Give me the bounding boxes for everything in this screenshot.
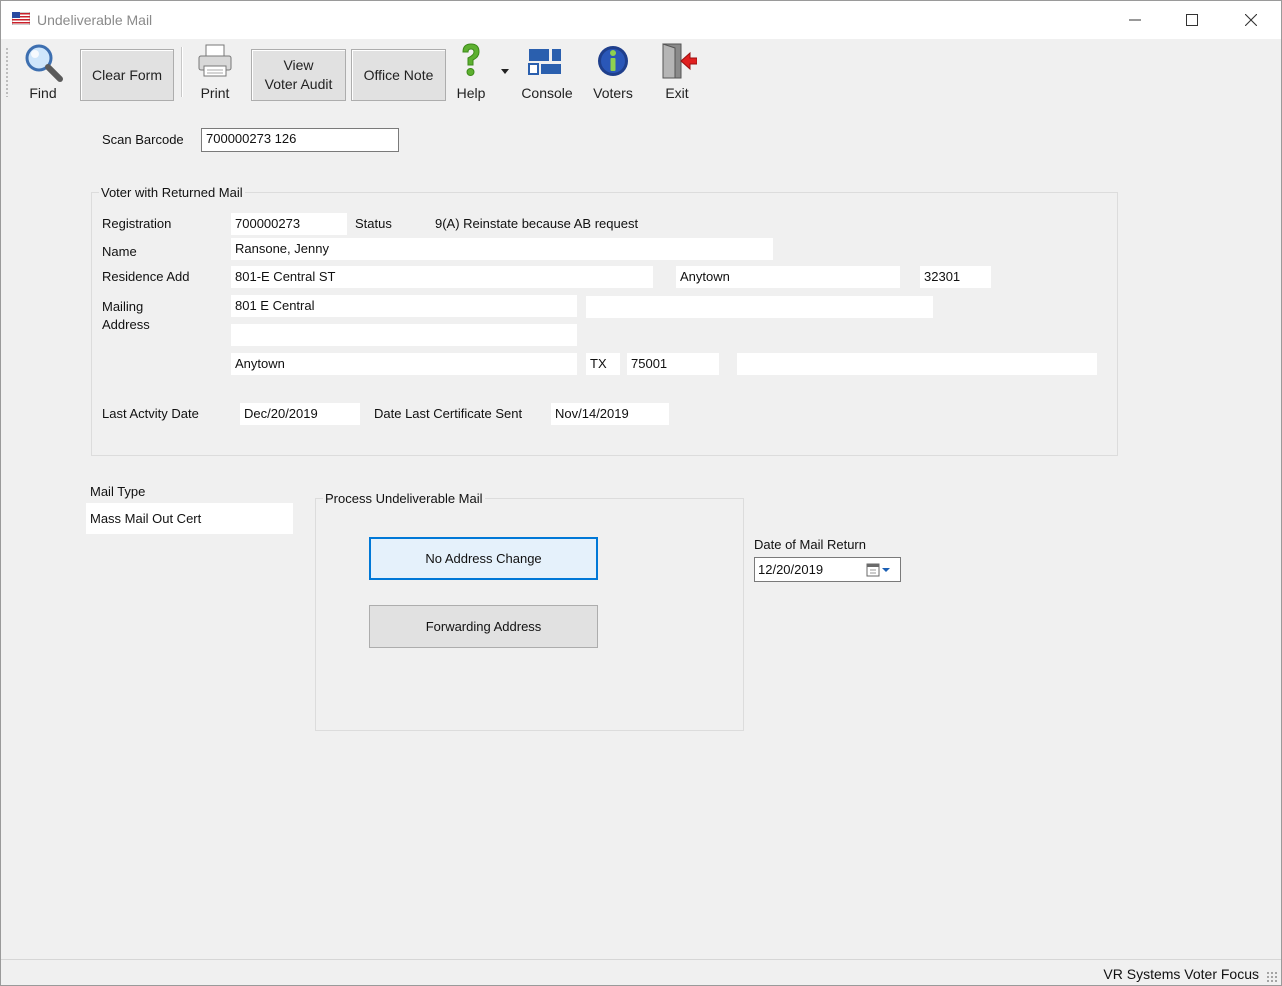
- last-activity-label: Last Actvity Date: [102, 406, 199, 421]
- toolbar: Find Clear Form Print View Voter Audit O…: [1, 39, 1281, 103]
- mailing-address-line1-extra-field[interactable]: [586, 296, 933, 318]
- maximize-button[interactable]: [1164, 1, 1222, 39]
- help-dropdown-arrow-icon[interactable]: [501, 69, 509, 75]
- registration-field[interactable]: 700000273: [231, 213, 347, 235]
- toolbar-separator: [181, 47, 183, 97]
- console-icon: [528, 49, 561, 75]
- mailing-zip-field[interactable]: 75001: [627, 353, 719, 375]
- scan-barcode-input[interactable]: 700000273 126: [201, 128, 399, 152]
- residence-label: Residence Add: [102, 269, 190, 284]
- clear-form-button[interactable]: Clear Form: [80, 49, 174, 101]
- name-label: Name: [102, 244, 137, 259]
- mail-type-label: Mail Type: [90, 484, 146, 499]
- mailing-address-line1-field[interactable]: 801 E Central: [231, 295, 577, 317]
- exit-button[interactable]: Exit: [653, 41, 701, 101]
- info-icon: [598, 46, 628, 76]
- resize-grip[interactable]: [1266, 971, 1278, 983]
- calendar-dropdown-icon[interactable]: [866, 562, 896, 578]
- office-note-button[interactable]: Office Note: [351, 49, 446, 101]
- status-value: 9(A) Reinstate because AB request: [435, 216, 639, 231]
- no-address-change-button[interactable]: No Address Change: [369, 537, 598, 580]
- title-bar: Undeliverable Mail: [1, 1, 1281, 39]
- scan-barcode-label: Scan Barcode: [102, 132, 184, 147]
- residence-city-field[interactable]: Anytown: [676, 266, 900, 288]
- minimize-icon: [1129, 19, 1141, 21]
- main-window: Undeliverable Mail Find Clear Form Print…: [0, 0, 1282, 986]
- status-bar-text: VR Systems Voter Focus: [1103, 966, 1259, 982]
- console-button[interactable]: Console: [516, 41, 578, 101]
- toolbar-grip[interactable]: [6, 47, 8, 97]
- printer-icon: [198, 44, 232, 77]
- last-cert-label: Date Last Certificate Sent: [374, 406, 523, 421]
- residence-street-field[interactable]: 801-E Central ST: [231, 266, 653, 288]
- minimize-button[interactable]: [1107, 1, 1165, 39]
- close-window-button[interactable]: [1223, 1, 1281, 39]
- last-cert-field[interactable]: Nov/14/2019: [551, 403, 669, 425]
- mailing-label-line2: Address: [102, 317, 150, 332]
- app-flag-icon: [12, 12, 30, 25]
- voters-button[interactable]: Voters: [588, 41, 638, 101]
- mail-return-date-picker[interactable]: 12/20/2019: [754, 557, 901, 582]
- status-label: Status: [355, 216, 392, 231]
- forwarding-address-button[interactable]: Forwarding Address: [369, 605, 598, 648]
- process-group-title: Process Undeliverable Mail: [323, 491, 485, 506]
- voter-group-title: Voter with Returned Mail: [99, 185, 245, 200]
- mail-return-date-value: 12/20/2019: [758, 562, 824, 577]
- window-title: Undeliverable Mail: [37, 12, 153, 28]
- status-bar: VR Systems Voter Focus: [1, 959, 1281, 985]
- exit-door-icon: [662, 43, 697, 79]
- mailing-extra-field[interactable]: [737, 353, 1097, 375]
- residence-zip-field[interactable]: 32301: [920, 266, 991, 288]
- mailing-state-field[interactable]: TX: [586, 353, 620, 375]
- view-voter-audit-button[interactable]: View Voter Audit: [251, 49, 346, 101]
- mailing-address-line2-field[interactable]: [231, 324, 577, 346]
- find-button[interactable]: Find: [19, 41, 67, 101]
- print-button[interactable]: Print: [191, 41, 239, 101]
- registration-label: Registration: [102, 216, 172, 231]
- mailing-label-line1: Mailing: [102, 299, 144, 314]
- close-icon: [1245, 14, 1257, 26]
- maximize-icon: [1186, 14, 1198, 26]
- mail-type-field[interactable]: Mass Mail Out Cert: [86, 503, 293, 534]
- name-field[interactable]: Ransone, Jenny: [231, 238, 773, 260]
- last-activity-field[interactable]: Dec/20/2019: [240, 403, 360, 425]
- help-button[interactable]: Help: [451, 41, 491, 101]
- question-mark-icon: [462, 43, 480, 76]
- mailing-city-field[interactable]: Anytown: [231, 353, 577, 375]
- mail-return-date-label: Date of Mail Return: [754, 537, 866, 552]
- magnifier-icon: [25, 44, 63, 82]
